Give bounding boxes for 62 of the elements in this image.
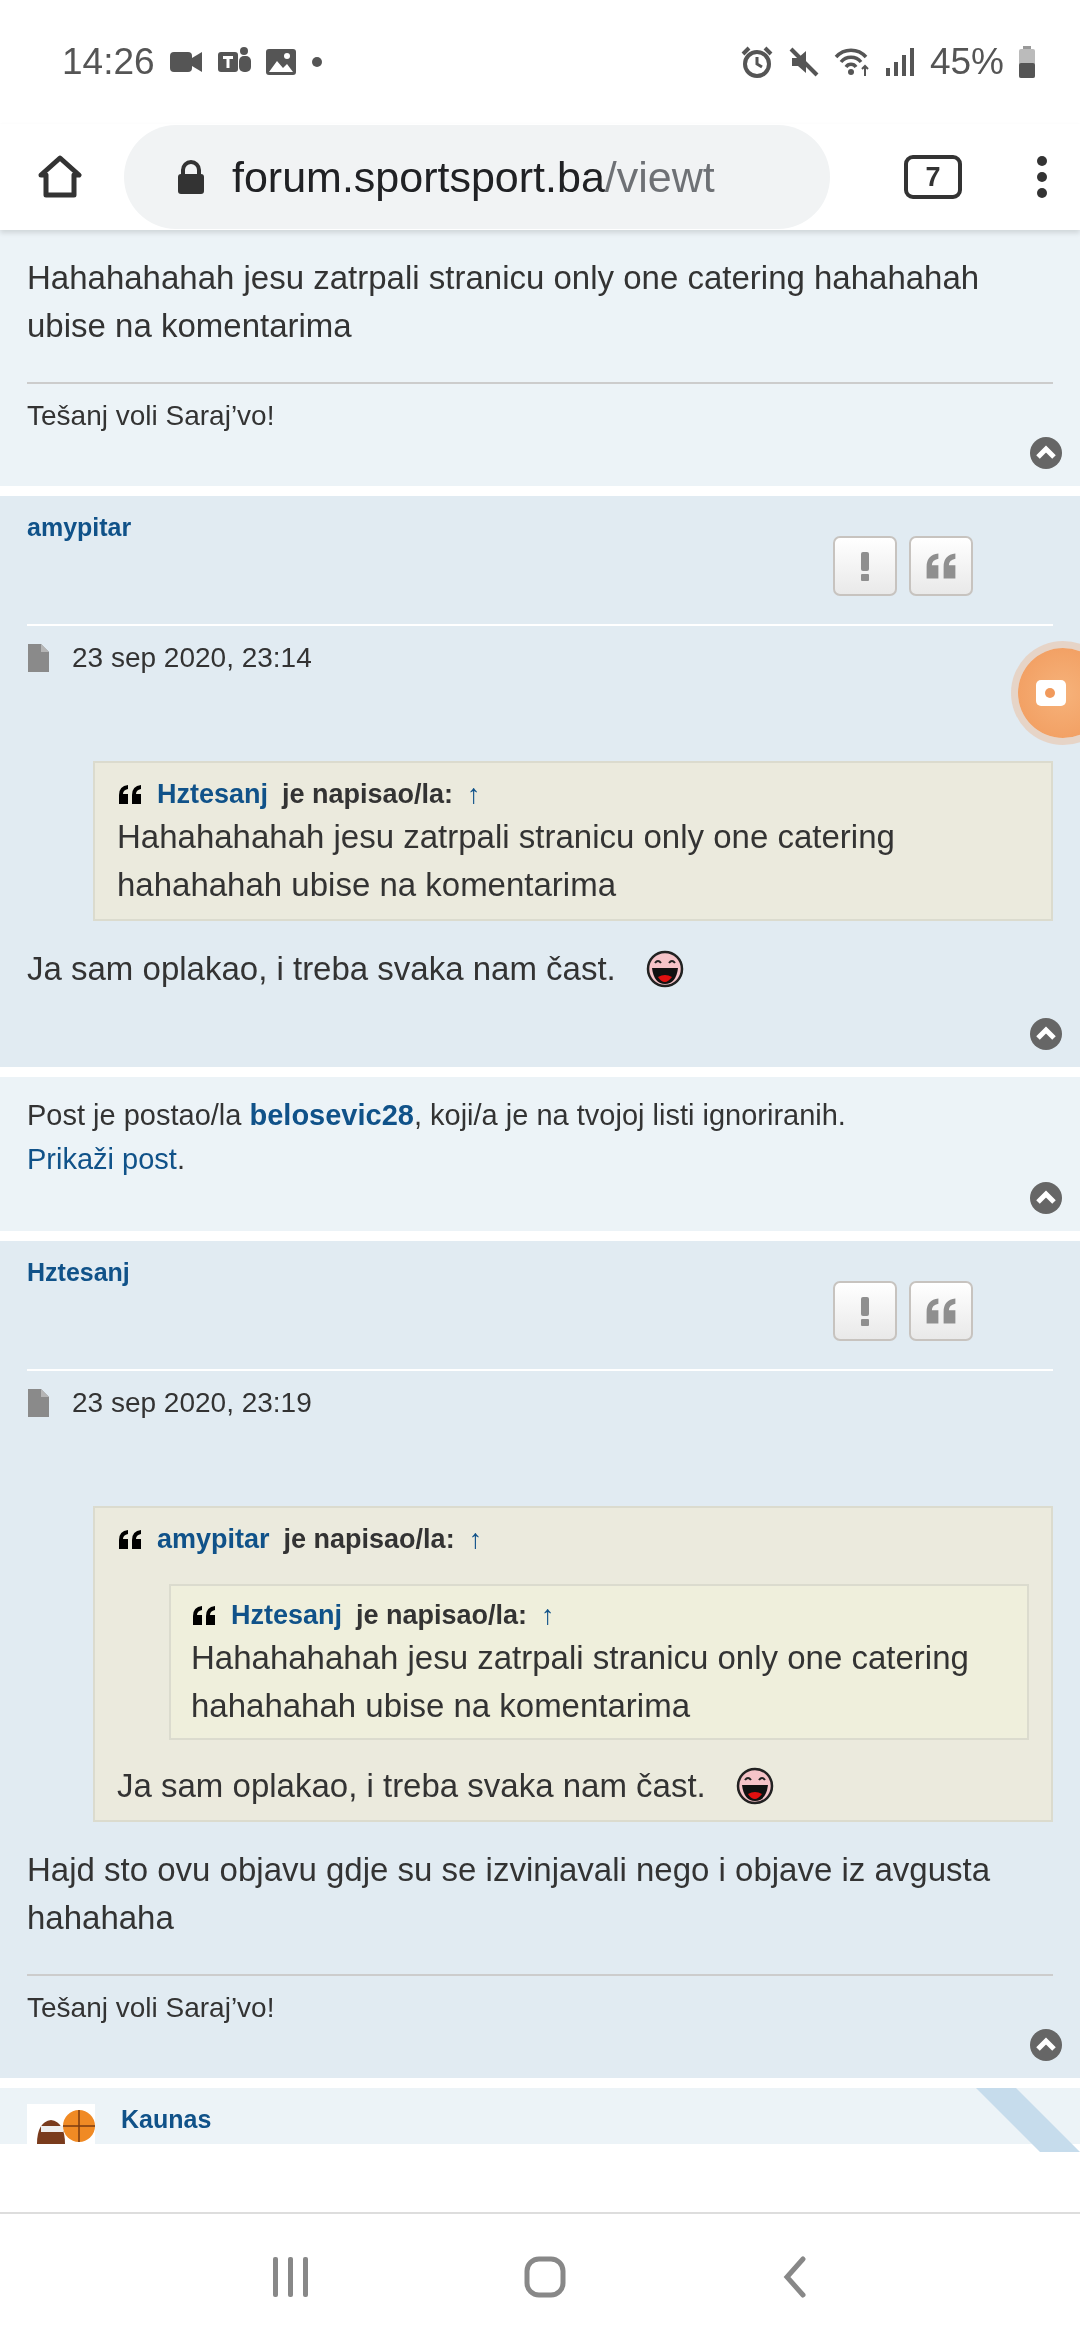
home-icon[interactable] xyxy=(38,155,82,199)
quoted-author-link[interactable]: amypitar xyxy=(157,1520,270,1558)
address-bar[interactable]: forum.sportsport.ba/viewt xyxy=(124,125,830,229)
post-text: Hahahahahah jesu zatrpali stranicu only one catering hahahahah ubise na komentarima xyxy=(117,817,896,905)
laughing-smiley-icon xyxy=(645,950,684,988)
scroll-top-icon[interactable] xyxy=(1029,2028,1063,2062)
menu-icon[interactable] xyxy=(1034,155,1050,199)
post-text: Hahahahahah jesu zatrpali stranicu only one catering hahahahah ubise na komentarima xyxy=(27,258,981,346)
quote-icon xyxy=(191,1604,217,1626)
post-date: 23 sep 2020, 23:19 xyxy=(72,1386,312,1420)
show-post-line: Prikaži post. xyxy=(27,1142,186,1177)
lock-icon xyxy=(176,160,206,194)
username-link[interactable]: amypitar xyxy=(27,512,132,542)
document-icon xyxy=(27,1389,50,1417)
report-button[interactable] xyxy=(833,1281,897,1341)
dot-icon xyxy=(310,56,323,68)
home-button-icon[interactable] xyxy=(524,2256,567,2298)
quote-icon xyxy=(117,783,143,805)
quote-label: je napisao/la: xyxy=(282,778,454,811)
mute-icon xyxy=(787,46,820,78)
username-link[interactable]: Kaunas xyxy=(121,2104,212,2134)
clock-time: 14:26 xyxy=(62,41,155,83)
alarm-icon xyxy=(739,46,774,78)
quote-icon xyxy=(117,1528,143,1550)
quote-button[interactable] xyxy=(909,1281,973,1341)
tab-count-button[interactable]: 7 xyxy=(904,155,962,199)
jump-to-post-link[interactable]: ↑ xyxy=(468,1520,483,1558)
quote-label: je napisao/la: xyxy=(283,1523,455,1556)
post-text: Hahahahahah jesu zatrpali stranicu only one catering hahahahah ubise na komentarima xyxy=(191,1638,970,1726)
report-button[interactable] xyxy=(833,536,897,596)
jump-to-post-link[interactable]: ↑ xyxy=(541,1596,555,1634)
back-icon[interactable] xyxy=(782,2256,807,2298)
exclamation-icon xyxy=(859,551,871,581)
signature-text: Tešanj voli Saraj’vo! xyxy=(27,382,1053,436)
jump-to-post-link[interactable]: ↑ xyxy=(467,775,481,813)
post-date: 23 sep 2020, 23:14 xyxy=(72,641,312,675)
post-text: Ja sam oplakao, i treba svaka nam čast. xyxy=(117,1766,706,1806)
battery-percent: 45% xyxy=(929,41,1004,83)
username-link[interactable]: belosevic28 xyxy=(249,1099,414,1131)
scroll-top-icon[interactable] xyxy=(1029,1181,1063,1215)
wifi-icon xyxy=(833,46,870,78)
username-link[interactable]: Hztesanj xyxy=(27,1257,130,1287)
quoted-author-link[interactable]: Hztesanj xyxy=(157,775,269,813)
scroll-top-icon[interactable] xyxy=(1029,436,1063,470)
quote-label: je napisao/la: xyxy=(356,1599,528,1632)
document-icon xyxy=(27,644,50,672)
post-text: Ja sam oplakao, i treba svaka nam čast. xyxy=(27,949,616,989)
quote-icon xyxy=(924,1297,958,1325)
ignored-notice: Post je postao/la belosevic28, koji/a je na tvojoj listi ignoriranih. xyxy=(27,1098,847,1133)
signature-text: Tešanj voli Saraj’vo! xyxy=(27,1974,1053,2028)
image-icon xyxy=(264,46,297,78)
post-text: Hajd sto ovu objavu gdje su se izvinjavali nego i objave iz avgusta hahahaha xyxy=(27,1850,992,1938)
quoted-author-link[interactable]: Hztesanj xyxy=(231,1596,343,1634)
exclamation-icon xyxy=(859,1296,871,1326)
scroll-top-icon[interactable] xyxy=(1029,1017,1063,1051)
recent-apps-icon[interactable] xyxy=(273,2257,309,2297)
quote-icon xyxy=(924,552,958,580)
quote-button[interactable] xyxy=(909,536,973,596)
laughing-smiley-icon xyxy=(735,1767,774,1805)
show-post-link[interactable]: Prikaži post xyxy=(27,1143,177,1175)
battery-icon xyxy=(1018,46,1036,78)
signal-icon xyxy=(883,46,916,78)
